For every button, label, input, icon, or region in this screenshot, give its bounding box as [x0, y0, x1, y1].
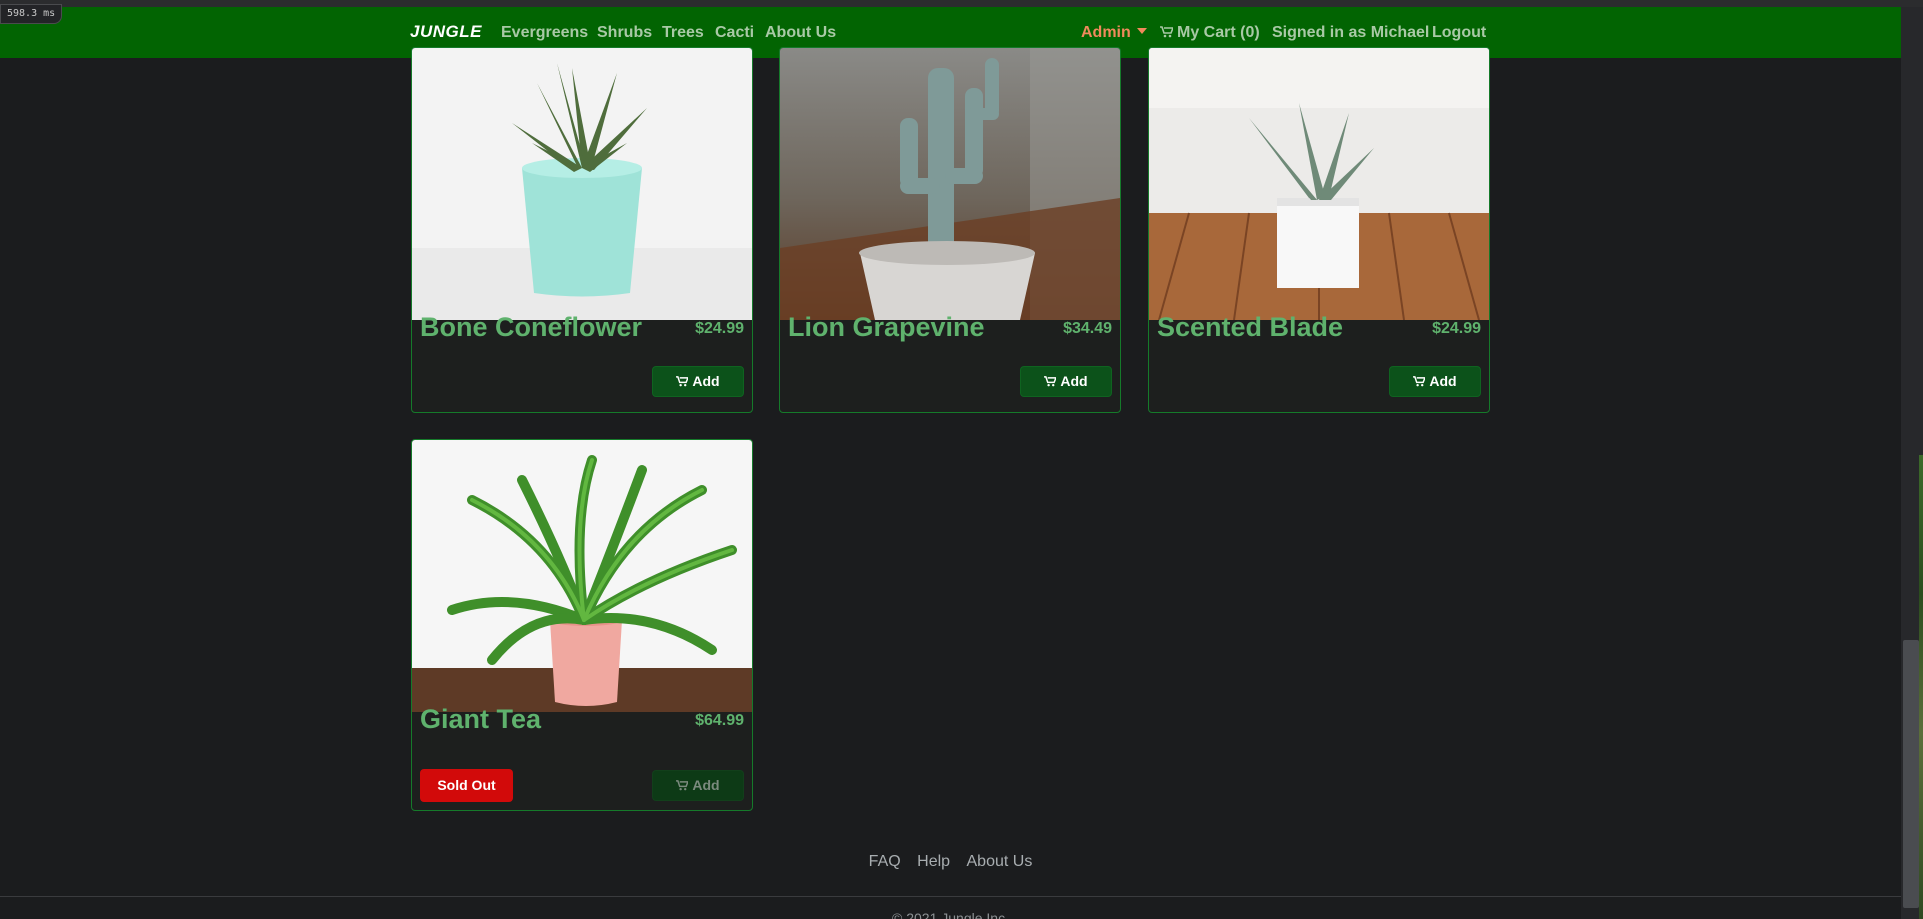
nav-link-cacti[interactable]: Cacti	[715, 24, 754, 42]
shopping-cart-icon	[676, 376, 689, 387]
product-name[interactable]: Scented Blade	[1157, 312, 1343, 343]
product-name[interactable]: Lion Grapevine	[788, 312, 985, 343]
product-name[interactable]: Giant Tea	[420, 704, 541, 735]
product-card: Giant Tea $64.99 Sold Out Add	[411, 439, 753, 811]
add-label: Add	[1429, 373, 1457, 389]
load-timer-badge: 598.3 ms	[0, 4, 63, 24]
product-price: $64.99	[695, 712, 744, 729]
add-label: Add	[692, 373, 720, 389]
product-price: $24.99	[1432, 320, 1481, 337]
browser-top-strip	[0, 0, 1923, 7]
shopping-cart-icon	[1044, 376, 1057, 387]
footer-link-faq[interactable]: FAQ	[869, 853, 901, 870]
logout-link[interactable]: Logout	[1432, 24, 1486, 42]
background-window-edge	[1919, 455, 1923, 919]
product-card: Lion Grapevine $34.49 Add	[779, 47, 1121, 413]
add-to-cart-button[interactable]: Add	[1389, 366, 1481, 397]
footer-link-about-us[interactable]: About Us	[967, 853, 1033, 870]
scrollbar-thumb[interactable]	[1903, 640, 1919, 908]
brand-logo[interactable]: JUNGLE	[410, 22, 482, 42]
shopping-cart-icon	[1160, 26, 1173, 38]
nav-link-evergreens[interactable]: Evergreens	[501, 24, 588, 42]
footer-divider	[0, 896, 1901, 897]
signed-in-text: Signed in as Michael	[1272, 24, 1430, 41]
product-name[interactable]: Bone Coneflower	[420, 312, 642, 343]
cart-label: My Cart (0)	[1177, 24, 1260, 41]
admin-label: Admin	[1081, 24, 1131, 41]
add-to-cart-button[interactable]: Add	[652, 366, 744, 397]
nav-link-about-us[interactable]: About Us	[765, 24, 836, 42]
product-price: $24.99	[695, 320, 744, 337]
add-to-cart-button-disabled[interactable]: Add	[652, 770, 744, 801]
shopping-cart-icon	[1413, 376, 1426, 387]
footer-links: FAQ Help About Us	[0, 853, 1901, 871]
nav-link-shrubs[interactable]: Shrubs	[597, 24, 652, 42]
admin-dropdown[interactable]: Admin	[1081, 24, 1147, 42]
sold-out-badge: Sold Out	[420, 769, 513, 802]
product-card: Scented Blade $24.99 Add	[1148, 47, 1490, 413]
footer-copyright: © 2021 Jungle Inc.	[892, 910, 1009, 919]
succulent-in-white-square-pot-image[interactable]	[1149, 48, 1489, 320]
fern-in-pink-pot-image[interactable]	[412, 440, 752, 712]
product-price: $34.49	[1063, 320, 1112, 337]
cactus-in-white-pot-image[interactable]	[780, 48, 1120, 320]
shopping-cart-icon	[676, 780, 689, 791]
add-label: Add	[692, 777, 720, 793]
nav-link-trees[interactable]: Trees	[662, 24, 704, 42]
add-to-cart-button[interactable]: Add	[1020, 366, 1112, 397]
footer-link-help[interactable]: Help	[917, 853, 950, 870]
caret-down-icon	[1136, 28, 1147, 34]
product-card: Bone Coneflower $24.99 Add	[411, 47, 753, 413]
cart-link[interactable]: My Cart (0)	[1160, 24, 1260, 42]
succulent-in-mint-pot-image[interactable]	[412, 48, 752, 320]
add-label: Add	[1060, 373, 1088, 389]
